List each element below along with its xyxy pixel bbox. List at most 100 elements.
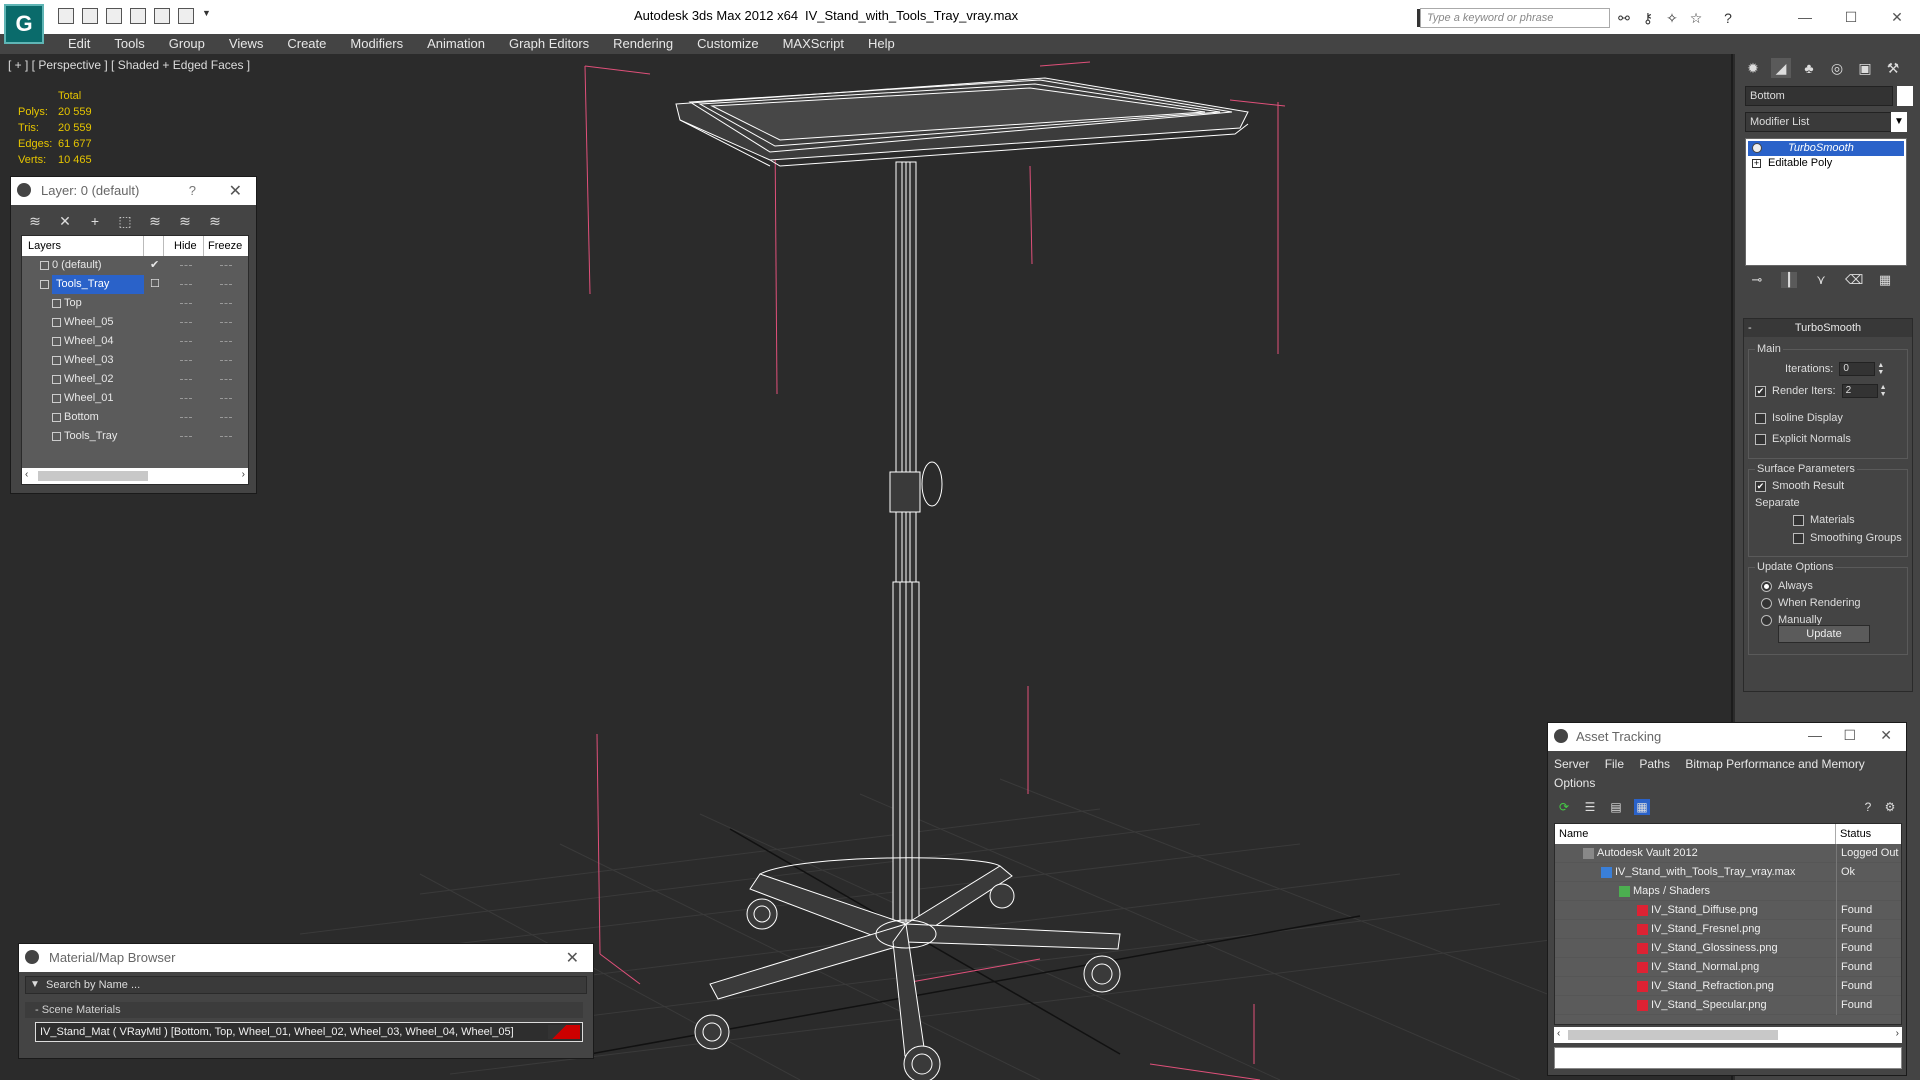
- list-view-icon[interactable]: ☰: [1582, 799, 1598, 815]
- freeze-toggle[interactable]: [220, 322, 232, 323]
- freeze-toggle[interactable]: [220, 341, 232, 342]
- close-button[interactable]: ✕: [1874, 4, 1920, 30]
- modifier-list-dropdown[interactable]: Modifier List ▼: [1745, 112, 1907, 132]
- menu-paths[interactable]: Paths: [1639, 757, 1670, 771]
- chevron-down-icon[interactable]: ▼: [202, 8, 211, 24]
- perspective-viewport[interactable]: [ + ] [ Perspective ] [ Shaded + Edged F…: [0, 54, 1733, 1080]
- layer-row[interactable]: Wheel_02: [22, 370, 248, 389]
- stack-item-turbosmooth[interactable]: TurboSmooth: [1748, 141, 1904, 156]
- scrollbar-thumb[interactable]: [1568, 1030, 1778, 1040]
- hide-toggle[interactable]: [180, 360, 192, 361]
- asset-path-field[interactable]: [1554, 1047, 1902, 1069]
- spinner-arrows-icon[interactable]: ▲ ▼: [1877, 362, 1884, 376]
- menu-create[interactable]: Create: [275, 34, 338, 54]
- layer-dialog-titlebar[interactable]: Layer: 0 (default) ? ✕: [11, 177, 256, 205]
- asset-row[interactable]: Autodesk Vault 2012 Logged Out: [1555, 844, 1901, 863]
- hierarchy-tab-icon[interactable]: ♣: [1799, 58, 1819, 78]
- project-folder-icon[interactable]: [178, 8, 194, 24]
- asset-row[interactable]: IV_Stand_Glossiness.png Found: [1555, 939, 1901, 958]
- communication-icon[interactable]: ✧: [1664, 10, 1680, 26]
- help-icon[interactable]: ?: [1720, 10, 1736, 26]
- freeze-column-header[interactable]: Freeze: [204, 236, 244, 256]
- object-name-input[interactable]: Bottom: [1745, 86, 1893, 106]
- settings-icon[interactable]: ⚙: [1882, 799, 1898, 815]
- layer-row[interactable]: Wheel_03: [22, 351, 248, 370]
- scene-materials-section[interactable]: - Scene Materials: [25, 1002, 583, 1018]
- table-view-icon[interactable]: ▦: [1634, 799, 1650, 815]
- layer-row[interactable]: Wheel_01: [22, 389, 248, 408]
- utilities-tab-icon[interactable]: ⚒: [1883, 58, 1903, 78]
- render-iters-spinner[interactable]: 2: [1841, 384, 1878, 398]
- hide-toggle[interactable]: [180, 303, 192, 304]
- layer-row[interactable]: Wheel_05: [22, 313, 248, 332]
- menu-animation[interactable]: Animation: [415, 34, 497, 54]
- menu-group[interactable]: Group: [157, 34, 217, 54]
- display-tab-icon[interactable]: ▣: [1855, 58, 1875, 78]
- asset-row[interactable]: IV_Stand_Normal.png Found: [1555, 958, 1901, 977]
- material-search-input[interactable]: ▼ Search by Name ...: [25, 976, 587, 994]
- menu-customize[interactable]: Customize: [685, 34, 770, 54]
- scroll-left-icon[interactable]: ‹: [1557, 1028, 1560, 1039]
- freeze-all-layers-icon[interactable]: ≋: [207, 213, 223, 229]
- menu-options[interactable]: Options: [1554, 776, 1595, 790]
- material-browser-titlebar[interactable]: Material/Map Browser ✕: [19, 944, 593, 972]
- highlight-layer-icon[interactable]: ≋: [147, 213, 163, 229]
- layer-row[interactable]: Top: [22, 294, 248, 313]
- asset-row[interactable]: IV_Stand_Refraction.png Found: [1555, 977, 1901, 996]
- iterations-spinner[interactable]: 0: [1839, 362, 1876, 376]
- menu-views[interactable]: Views: [217, 34, 275, 54]
- scroll-right-icon[interactable]: ›: [242, 469, 245, 480]
- configure-modifier-sets-icon[interactable]: ▦: [1877, 272, 1893, 288]
- scroll-right-icon[interactable]: ›: [1896, 1028, 1899, 1039]
- hide-column-header[interactable]: Hide: [164, 236, 204, 256]
- motion-tab-icon[interactable]: ◎: [1827, 58, 1847, 78]
- open-file-icon[interactable]: [58, 8, 74, 24]
- status-column-header[interactable]: Status: [1836, 824, 1871, 844]
- layer-row[interactable]: Wheel_04: [22, 332, 248, 351]
- delete-layer-icon[interactable]: ✕: [57, 213, 73, 229]
- new-file-icon[interactable]: [106, 8, 122, 24]
- freeze-toggle[interactable]: [220, 284, 232, 285]
- turbosmooth-rollout-header[interactable]: - TurboSmooth: [1744, 319, 1912, 337]
- hide-toggle[interactable]: [180, 398, 192, 399]
- menu-edit[interactable]: Edit: [56, 34, 102, 54]
- hide-toggle[interactable]: [180, 284, 192, 285]
- menu-rendering[interactable]: Rendering: [601, 34, 685, 54]
- current-layer-check-icon[interactable]: ✔: [150, 256, 159, 275]
- help-icon[interactable]: ?: [189, 183, 196, 198]
- asset-horizontal-scrollbar[interactable]: ‹ ›: [1554, 1027, 1902, 1043]
- maximize-button[interactable]: ☐: [1828, 4, 1874, 30]
- undo-icon[interactable]: [130, 8, 146, 24]
- layer-row[interactable]: Tools_Tray ☐: [22, 275, 248, 294]
- close-icon[interactable]: ✕: [229, 181, 242, 201]
- maximize-icon[interactable]: ☐: [1843, 727, 1856, 744]
- remove-modifier-icon[interactable]: ⌫: [1845, 272, 1863, 288]
- chevron-down-icon[interactable]: ▼: [1891, 112, 1907, 132]
- freeze-toggle[interactable]: [220, 303, 232, 304]
- asset-row[interactable]: IV_Stand_Diffuse.png Found: [1555, 901, 1901, 920]
- materials-checkbox[interactable]: [1793, 514, 1804, 526]
- create-tab-icon[interactable]: ✹: [1743, 58, 1763, 78]
- hide-toggle[interactable]: [180, 341, 192, 342]
- close-icon[interactable]: ✕: [1880, 727, 1892, 744]
- spinner-arrows-icon[interactable]: ▲ ▼: [1880, 384, 1887, 398]
- help-icon[interactable]: ?: [1860, 799, 1876, 815]
- menu-bitmap-performance[interactable]: Bitmap Performance and Memory: [1685, 757, 1864, 771]
- name-column-header[interactable]: Name: [1555, 824, 1836, 844]
- close-icon[interactable]: ✕: [566, 948, 579, 968]
- freeze-toggle[interactable]: [220, 360, 232, 361]
- add-to-layer-icon[interactable]: +: [87, 213, 103, 229]
- hide-all-layers-icon[interactable]: ≋: [177, 213, 193, 229]
- collapse-icon[interactable]: -: [1748, 319, 1752, 337]
- isoline-checkbox[interactable]: [1755, 412, 1766, 424]
- menu-file[interactable]: File: [1605, 757, 1624, 771]
- viewport-label[interactable]: [ + ] [ Perspective ] [ Shaded + Edged F…: [8, 58, 250, 72]
- material-item[interactable]: IV_Stand_Mat ( VRayMtl ) [Bottom, Top, W…: [35, 1022, 583, 1042]
- refresh-icon[interactable]: ⟳: [1556, 799, 1572, 815]
- binoculars-icon[interactable]: ⚯: [1616, 10, 1632, 26]
- dropdown-arrow-icon[interactable]: ▼: [30, 979, 40, 990]
- current-layer-box-icon[interactable]: ☐: [150, 275, 160, 294]
- lightbulb-icon[interactable]: [1752, 143, 1762, 153]
- manually-radio[interactable]: [1761, 614, 1772, 626]
- menu-modifiers[interactable]: Modifiers: [338, 34, 415, 54]
